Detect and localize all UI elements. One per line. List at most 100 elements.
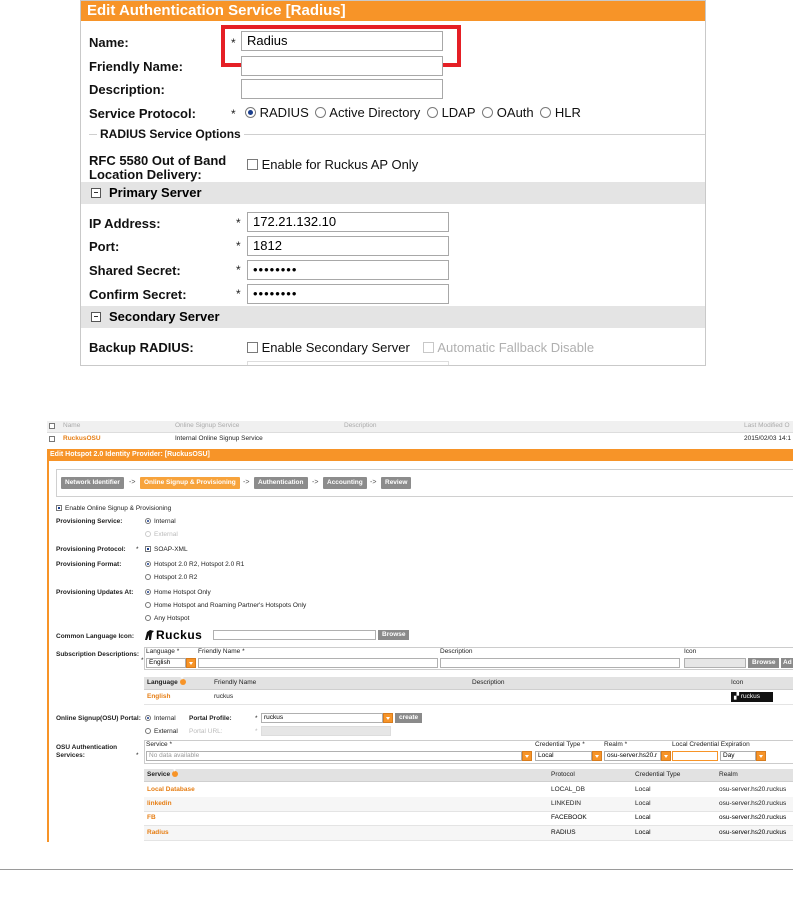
table-row[interactable] xyxy=(144,797,793,812)
create-button[interactable]: create xyxy=(395,713,423,723)
select-all-checkbox[interactable] xyxy=(49,423,55,429)
browse-button[interactable]: Browse xyxy=(748,658,780,668)
prov-external-radio[interactable] xyxy=(145,531,151,537)
auth-row-cred: Local xyxy=(635,814,651,821)
soap-xml-checkbox[interactable] xyxy=(145,546,151,552)
portal-external-radio[interactable] xyxy=(145,728,151,734)
description-input[interactable] xyxy=(241,79,443,99)
collapse-icon[interactable] xyxy=(91,312,101,322)
wizard-step-review[interactable]: Review xyxy=(381,477,412,489)
auth-th-service[interactable]: Service xyxy=(147,768,179,778)
protocol-ldap-radio[interactable] xyxy=(426,107,438,118)
updates-home-radio[interactable] xyxy=(145,589,151,595)
language-select[interactable]: English xyxy=(146,658,186,668)
portal-profile-select[interactable]: ruckus xyxy=(261,713,383,723)
hotspot-identity-provider-panel: Name Online Signup Service Description L… xyxy=(47,421,793,815)
prov-service-external: External xyxy=(145,531,178,538)
provider-row[interactable]: RuckusOSU Internal Online Signup Service… xyxy=(47,434,793,445)
auth-row-service[interactable]: FB xyxy=(147,814,156,821)
sub-row-language[interactable]: English xyxy=(147,693,170,700)
sub-table-row[interactable] xyxy=(144,690,793,705)
col-name[interactable]: Name xyxy=(63,422,80,429)
portal-profile-dropdown-icon[interactable] xyxy=(383,713,393,723)
sub-th-language[interactable]: Language xyxy=(147,676,186,686)
auth-row-cred: Local xyxy=(635,829,651,836)
protocol-radius-radio[interactable] xyxy=(245,107,256,118)
cred-type-select[interactable]: Local xyxy=(535,751,592,761)
wizard-step-accounting[interactable]: Accounting xyxy=(323,477,367,489)
col-last-modified[interactable]: Last Modified O xyxy=(744,422,790,429)
wizard-arrow: -> xyxy=(370,479,377,486)
secondary-server-title: Secondary Server xyxy=(109,309,220,324)
shared-secret-input[interactable]: •••••••• xyxy=(247,260,449,280)
portal-url-input[interactable] xyxy=(261,726,391,736)
local-exp-input[interactable] xyxy=(672,751,718,761)
auth-row-service[interactable]: linkedin xyxy=(147,800,172,807)
portal-internal-radio[interactable] xyxy=(145,715,151,721)
wizard-arrow: -> xyxy=(312,479,319,486)
service-dropdown-icon[interactable] xyxy=(522,751,532,761)
secondary-server-section[interactable]: Secondary Server xyxy=(81,306,705,328)
add-icon[interactable] xyxy=(172,768,179,777)
add-icon[interactable] xyxy=(179,676,186,685)
service-select[interactable]: No data available xyxy=(146,751,522,761)
wizard-step-osu-provisioning[interactable]: Online Signup & Provisioning xyxy=(140,477,240,489)
protocol-radius-label: RADIUS xyxy=(259,105,309,120)
enable-osu-checkbox[interactable] xyxy=(56,505,62,511)
confirm-secret-input[interactable]: •••••••• xyxy=(247,284,449,304)
required-mark: * xyxy=(136,546,139,553)
col-service[interactable]: Online Signup Service xyxy=(175,422,239,429)
language-dropdown-icon[interactable] xyxy=(186,658,196,668)
icon-file-input[interactable] xyxy=(213,630,376,640)
prov-internal-radio[interactable] xyxy=(145,518,151,524)
secondary-input-partial[interactable] xyxy=(247,361,449,365)
collapse-icon[interactable] xyxy=(91,188,101,198)
auth-row-cred: Local xyxy=(635,786,651,793)
ip-address-input[interactable]: 172.21.132.10 xyxy=(247,212,449,232)
updates-roaming-radio[interactable] xyxy=(145,602,151,608)
table-row[interactable] xyxy=(144,783,793,798)
table-row[interactable] xyxy=(144,826,793,841)
protocol-oauth-radio[interactable] xyxy=(482,107,494,118)
friendly-name-input[interactable] xyxy=(241,56,443,76)
wizard-step-authentication[interactable]: Authentication xyxy=(254,477,308,489)
updates-any-radio[interactable] xyxy=(145,615,151,621)
prov-format-r2-r1: Hotspot 2.0 R2, Hotspot 2.0 R1 xyxy=(145,561,244,568)
realm-select[interactable]: osu-server.hs20.r xyxy=(604,751,661,761)
friendly-name-input[interactable] xyxy=(198,658,438,668)
portal-external-label: External xyxy=(154,728,178,735)
protocol-ad-radio[interactable] xyxy=(315,107,327,118)
col-description[interactable]: Description xyxy=(344,422,377,429)
row-checkbox[interactable] xyxy=(49,436,55,442)
add-button[interactable]: Ad xyxy=(781,658,793,668)
auth-row-service[interactable]: Radius xyxy=(147,829,169,836)
cred-type-dropdown-icon[interactable] xyxy=(592,751,602,761)
format-r2-r1-radio[interactable] xyxy=(145,561,151,567)
primary-server-section[interactable]: Primary Server xyxy=(81,182,705,204)
exp-unit-dropdown-icon[interactable] xyxy=(756,751,766,761)
rfc-checkbox[interactable] xyxy=(247,159,258,170)
sub-th-friendly: Friendly Name xyxy=(214,679,257,686)
realm-dropdown-icon[interactable] xyxy=(661,751,671,761)
auto-fallback-checkbox[interactable] xyxy=(423,342,435,353)
enable-secondary-checkbox[interactable] xyxy=(247,342,258,353)
description-input[interactable] xyxy=(440,658,680,668)
auth-row-cred: Local xyxy=(635,800,651,807)
auth-th-protocol: Protocol xyxy=(551,771,575,778)
updates-home: Home Hotspot Only xyxy=(145,589,211,596)
table-row[interactable] xyxy=(144,811,793,826)
ruckus-dog-icon xyxy=(145,630,154,640)
format-r2-radio[interactable] xyxy=(145,574,151,580)
port-input[interactable]: 1812 xyxy=(247,236,449,256)
panel-title: Edit Authentication Service [Radius] xyxy=(81,1,705,21)
auth-row-service[interactable]: Local Database xyxy=(147,786,195,793)
provider-name-link[interactable]: RuckusOSU xyxy=(63,435,101,442)
protocol-hlr-radio[interactable] xyxy=(540,107,552,118)
provider-service: Internal Online Signup Service xyxy=(175,435,263,442)
exp-unit-select[interactable]: Day xyxy=(720,751,756,761)
auth-row-protocol: FACEBOOK xyxy=(551,814,587,821)
wizard-step-network-identifier[interactable]: Network Identifier xyxy=(61,477,124,489)
browse-button[interactable]: Browse xyxy=(378,630,410,640)
protocol-ad-label: Active Directory xyxy=(329,105,421,120)
icon-input[interactable] xyxy=(684,658,746,668)
